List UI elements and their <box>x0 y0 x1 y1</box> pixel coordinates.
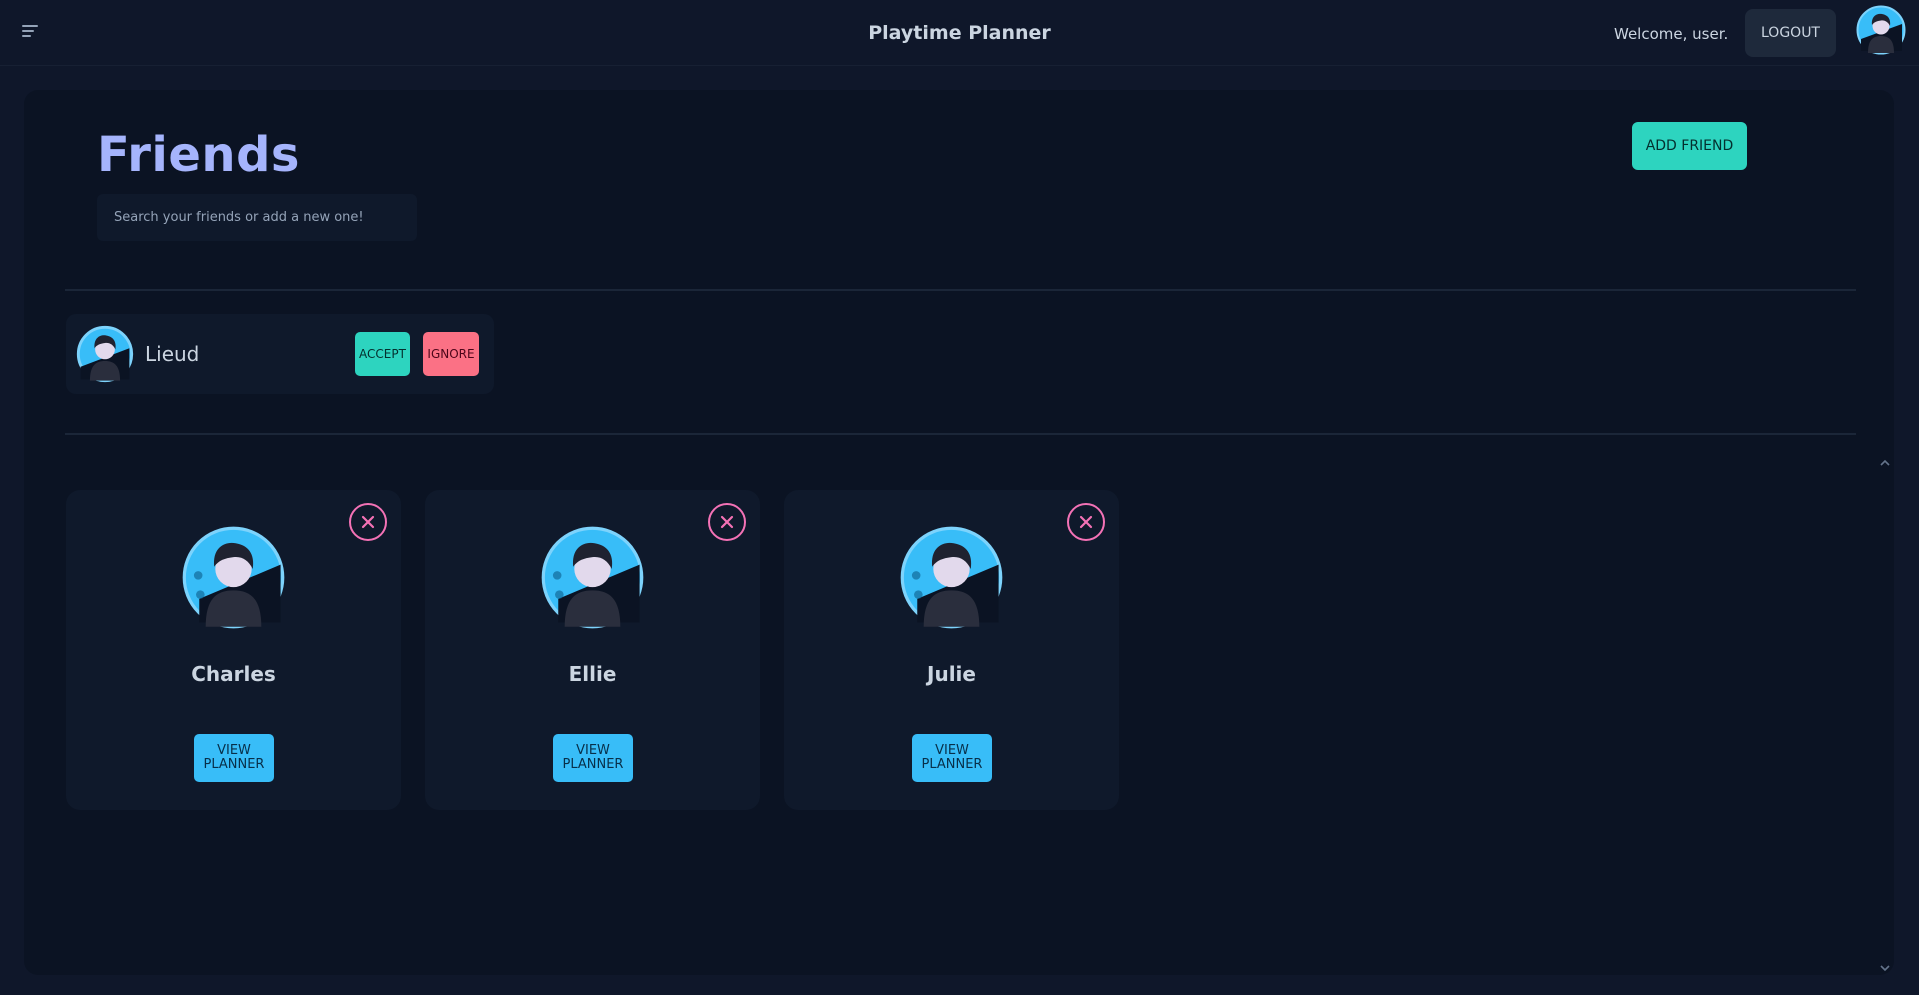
view-planner-button[interactable]: VIEW PLANNER <box>194 734 274 782</box>
divider-bottom <box>65 433 1856 435</box>
avatar-icon <box>76 325 134 383</box>
remove-friend-button[interactable] <box>1067 503 1105 541</box>
close-icon <box>720 515 734 529</box>
friend-card: Julie VIEW PLANNER <box>784 490 1119 810</box>
friend-card: Ellie VIEW PLANNER <box>425 490 760 810</box>
request-name: Lieud <box>145 342 200 366</box>
welcome-text: Welcome, user. <box>1614 25 1729 43</box>
friend-name: Ellie <box>568 662 617 686</box>
top-navbar: Playtime Planner Welcome, user. LOGOUT <box>0 0 1919 66</box>
divider-top <box>65 289 1856 291</box>
add-friend-button[interactable]: ADD FRIEND <box>1632 122 1747 170</box>
friend-request-card: Lieud ACCEPT IGNORE <box>66 314 494 394</box>
friend-name: Julie <box>927 662 976 686</box>
avatar-icon <box>182 526 285 629</box>
avatar-icon <box>541 526 644 629</box>
accept-button[interactable]: ACCEPT <box>355 332 410 376</box>
close-icon <box>1079 515 1093 529</box>
remove-friend-button[interactable] <box>349 503 387 541</box>
ignore-button[interactable]: IGNORE <box>423 332 479 376</box>
close-icon <box>361 515 375 529</box>
avatar-icon <box>900 526 1003 629</box>
logout-button[interactable]: LOGOUT <box>1745 9 1836 57</box>
search-input[interactable] <box>97 194 417 241</box>
view-planner-button[interactable]: VIEW PLANNER <box>912 734 992 782</box>
menu-icon[interactable] <box>22 25 40 39</box>
remove-friend-button[interactable] <box>708 503 746 541</box>
page-title: Friends <box>97 127 300 183</box>
user-avatar-icon[interactable] <box>1856 5 1906 55</box>
friend-name: Charles <box>191 662 276 686</box>
view-planner-button[interactable]: VIEW PLANNER <box>553 734 633 782</box>
chevron-down-icon[interactable] <box>1878 961 1892 975</box>
chevron-up-icon[interactable] <box>1878 456 1892 470</box>
friend-card: Charles VIEW PLANNER <box>66 490 401 810</box>
